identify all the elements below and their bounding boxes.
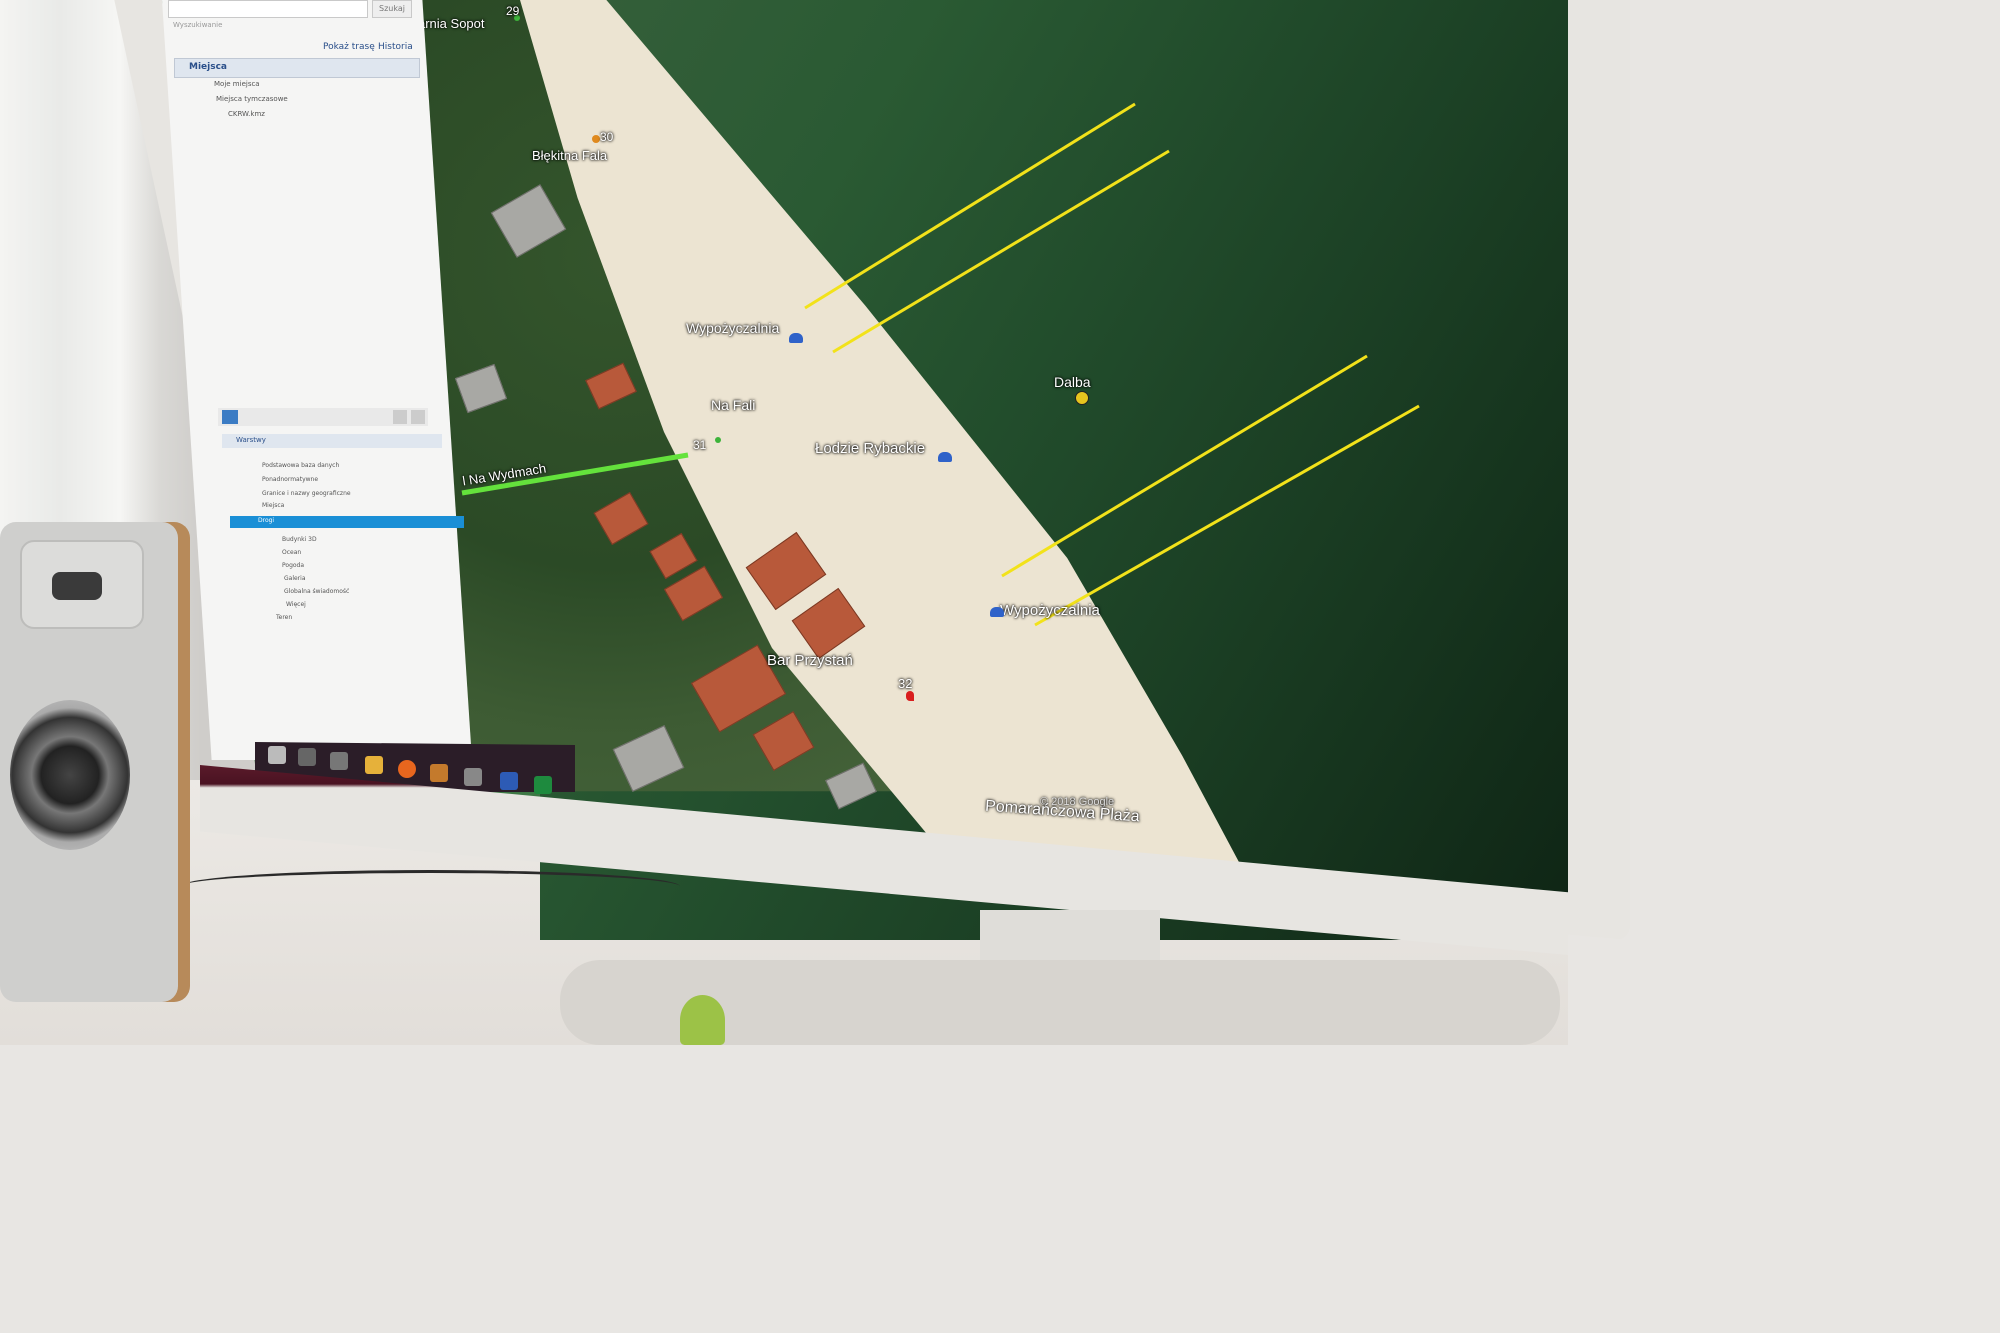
google-earth-icon[interactable] <box>464 768 482 786</box>
yellow-line-2 <box>832 149 1170 354</box>
layer-item[interactable]: Galeria <box>284 575 306 582</box>
places-item[interactable]: Moje miejsca <box>214 80 260 88</box>
layers-search-button[interactable] <box>222 410 238 424</box>
excel-icon[interactable] <box>534 776 552 794</box>
places-item[interactable]: CKRW.kmz <box>228 110 265 118</box>
app-icon[interactable] <box>430 764 448 782</box>
layer-item-selected-label: Drogi <box>258 517 275 524</box>
yellow-line-1 <box>804 102 1136 310</box>
boat-marker-icon[interactable] <box>938 452 952 462</box>
start-icon[interactable] <box>268 746 286 764</box>
layer-item[interactable]: Miejsca <box>262 502 284 509</box>
red-pin-icon[interactable] <box>906 691 914 701</box>
places-item[interactable]: Miejsca tymczasowe <box>216 95 288 103</box>
layer-item[interactable]: Pogoda <box>282 562 304 569</box>
layers-header[interactable]: Warstwy <box>222 434 442 448</box>
layer-item[interactable]: Granice i nazwy geograficzne <box>262 490 351 497</box>
label-32: 32 <box>898 676 913 691</box>
history-link[interactable]: Historia <box>378 42 413 52</box>
places-header-label: Miejsca <box>189 62 227 72</box>
label-bar-przystan[interactable]: Bar Przystań <box>767 652 853 669</box>
speaker-port <box>52 572 102 600</box>
rental-marker-icon-2[interactable] <box>990 607 1004 617</box>
speaker-cone <box>10 700 130 850</box>
label-30: 30 <box>600 130 614 144</box>
layer-item-selected[interactable]: Drogi <box>230 516 464 528</box>
layer-item[interactable]: Podstawowa baza danych <box>262 462 339 469</box>
show-route-link[interactable]: Pokaż trasę <box>323 42 375 52</box>
label-lodzie-rybackie[interactable]: Łodzie Rybackie <box>815 440 925 457</box>
word-icon[interactable] <box>500 772 518 790</box>
label-wypozyczalnia-1[interactable]: Wypożyczalnia <box>686 320 779 336</box>
layer-item[interactable]: Globalna świadomość <box>284 588 349 595</box>
label-31: 31 <box>693 438 707 452</box>
task-view-icon[interactable] <box>330 752 348 770</box>
label-29: 29 <box>506 4 520 18</box>
sidebar-panel <box>162 0 472 760</box>
layer-item[interactable]: Teren <box>276 614 292 621</box>
layers-down-button[interactable] <box>411 410 425 424</box>
search-icon[interactable] <box>298 748 316 766</box>
cable <box>180 870 680 903</box>
label-blekitna-fala[interactable]: Błękitna Fala <box>532 148 607 163</box>
file-explorer-icon[interactable] <box>365 756 383 774</box>
label-wypozyczalnia-2[interactable]: Wypożyczalnia <box>1000 602 1100 619</box>
layers-toolbar <box>218 408 428 426</box>
firefox-icon[interactable] <box>398 760 416 778</box>
layer-item[interactable]: Ocean <box>282 549 301 556</box>
dalba-pin-icon[interactable] <box>1075 391 1089 405</box>
label-na-fali[interactable]: Na Fali <box>711 397 755 413</box>
route-point <box>715 437 721 443</box>
layer-item[interactable]: Budynki 3D <box>282 536 317 543</box>
label-sopot[interactable]: arnia Sopot <box>418 16 485 31</box>
search-placeholder: Wyszukiwanie <box>173 21 223 29</box>
layers-header-label: Warstwy <box>236 436 266 444</box>
layer-item[interactable]: Ponadnormatywne <box>262 476 318 483</box>
layer-item[interactable]: Więcej <box>286 601 306 608</box>
speaker-tweeter <box>20 540 144 629</box>
route-point <box>592 135 600 143</box>
search-button[interactable]: Szukaj <box>372 0 412 18</box>
label-dalba[interactable]: Dalba <box>1054 374 1091 390</box>
rental-marker-icon[interactable] <box>789 333 803 343</box>
search-input[interactable]: Wyszukiwanie <box>168 0 368 29</box>
plant-leaf <box>680 995 725 1045</box>
layers-up-button[interactable] <box>393 410 407 424</box>
places-header[interactable]: Miejsca <box>174 58 420 78</box>
